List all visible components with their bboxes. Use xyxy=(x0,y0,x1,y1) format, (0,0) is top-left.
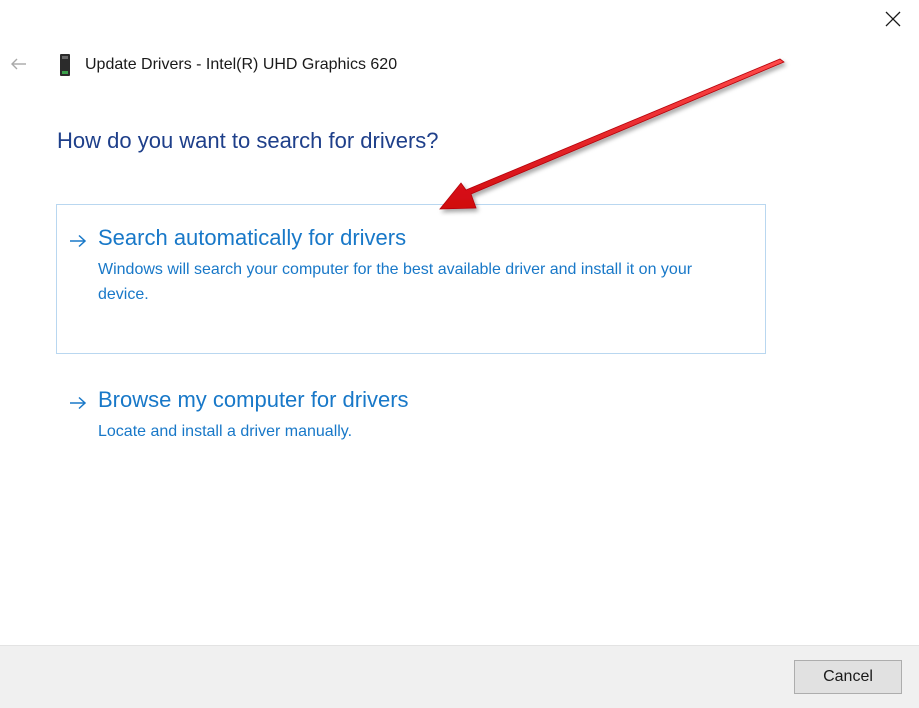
close-icon xyxy=(885,11,901,27)
right-arrow-icon xyxy=(70,234,87,248)
search-automatically-option[interactable]: Search automatically for drivers Windows… xyxy=(56,204,766,354)
display-adapter-icon xyxy=(58,54,72,78)
cancel-button[interactable]: Cancel xyxy=(794,660,902,694)
back-arrow-icon xyxy=(11,58,26,70)
close-button[interactable] xyxy=(876,4,908,32)
right-arrow-icon xyxy=(70,396,87,410)
browse-computer-option[interactable]: Browse my computer for drivers Locate an… xyxy=(56,374,766,460)
option-title: Search automatically for drivers xyxy=(98,225,407,250)
annotation-arrow xyxy=(439,58,785,210)
option-title: Browse my computer for drivers xyxy=(98,387,409,412)
back-button[interactable] xyxy=(6,54,30,74)
option-description: Windows will search your computer for th… xyxy=(98,261,693,303)
footer-bar: Cancel xyxy=(0,645,919,708)
page-heading: How do you want to search for drivers? xyxy=(57,128,439,153)
option-description: Locate and install a driver manually. xyxy=(98,423,353,440)
window-title: Update Drivers - Intel(R) UHD Graphics 6… xyxy=(85,56,398,73)
